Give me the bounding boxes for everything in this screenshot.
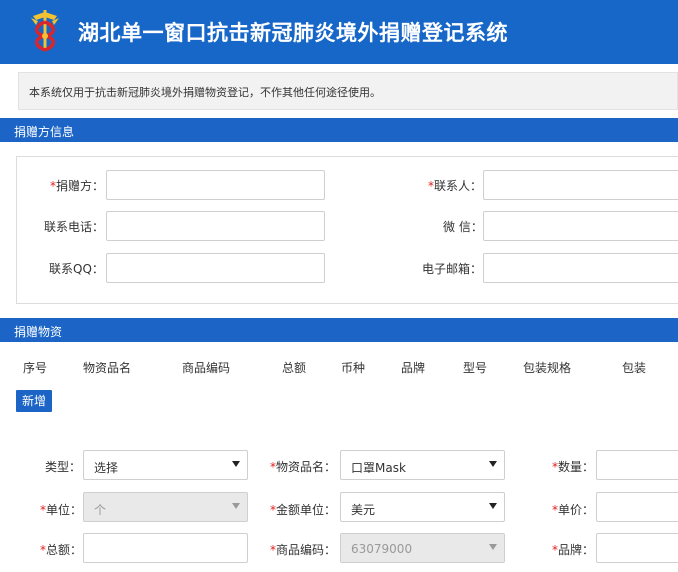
chevron-down-icon — [232, 461, 240, 467]
col-header-brand: 品牌 — [401, 361, 426, 375]
col-header-package: 包装 — [622, 361, 647, 375]
donor-label: *捐赠方： — [50, 179, 105, 193]
hs-code-label: *商品编码： — [270, 543, 337, 557]
phone-label: 联系电话： — [44, 220, 105, 234]
quantity-label: *数量： — [552, 460, 595, 474]
goods-name-select[interactable]: 口罩Mask — [340, 450, 505, 480]
col-header-hs-code: 商品编码 — [182, 361, 231, 375]
wechat-input[interactable] — [483, 211, 678, 241]
wechat-label: 微 信： — [443, 220, 483, 234]
hs-code-select: 63079000 — [340, 533, 505, 563]
goods-section-header: 捐赠物资 — [0, 318, 678, 342]
chevron-down-icon — [489, 544, 497, 550]
col-header-goods-name: 物资品名 — [83, 361, 132, 375]
col-header-package-spec: 包装规格 — [523, 361, 572, 375]
add-button[interactable]: 新增 — [16, 390, 52, 412]
goods-name-label: *物资品名： — [270, 460, 337, 474]
email-input[interactable] — [483, 253, 678, 283]
chevron-down-icon — [489, 503, 497, 509]
brand-input[interactable] — [596, 533, 678, 563]
currency-select[interactable]: 美元 — [340, 492, 505, 522]
col-header-model: 型号 — [463, 361, 488, 375]
chevron-down-icon — [232, 503, 240, 509]
brand-label: *品牌： — [552, 543, 595, 557]
total-label: *总额： — [40, 543, 83, 557]
system-notice: 本系统仅用于抗击新冠肺炎境外捐赠物资登记，不作其他任何途径使用。 — [18, 72, 678, 110]
contact-input[interactable] — [483, 170, 678, 200]
unit-price-label: *单价： — [552, 503, 595, 517]
qq-input[interactable] — [106, 253, 325, 283]
app-header: 湖北单一窗口抗击新冠肺炎境外捐赠登记系统 — [0, 0, 678, 64]
chevron-down-icon — [489, 461, 497, 467]
email-label: 电子邮箱： — [422, 262, 483, 276]
type-label: 类型： — [45, 460, 82, 474]
total-input[interactable] — [83, 533, 248, 563]
qq-label: 联系QQ： — [49, 262, 104, 276]
donor-section-header: 捐赠方信息 — [0, 118, 678, 142]
col-header-currency: 币种 — [341, 361, 366, 375]
donor-input[interactable] — [106, 170, 325, 200]
app-title: 湖北单一窗口抗击新冠肺炎境外捐赠登记系统 — [78, 21, 508, 45]
unit-label: *单位： — [40, 503, 83, 517]
currency-label: *金额单位： — [270, 503, 337, 517]
quantity-input[interactable] — [596, 450, 678, 480]
type-select[interactable]: 选择 — [83, 450, 248, 480]
unit-price-input[interactable] — [596, 492, 678, 522]
contact-label: *联系人： — [428, 179, 483, 193]
col-header-index: 序号 — [23, 361, 48, 375]
unit-select: 个 — [83, 492, 248, 522]
col-header-total: 总额 — [282, 361, 307, 375]
phone-input[interactable] — [106, 211, 325, 241]
customs-emblem-icon — [31, 10, 59, 52]
